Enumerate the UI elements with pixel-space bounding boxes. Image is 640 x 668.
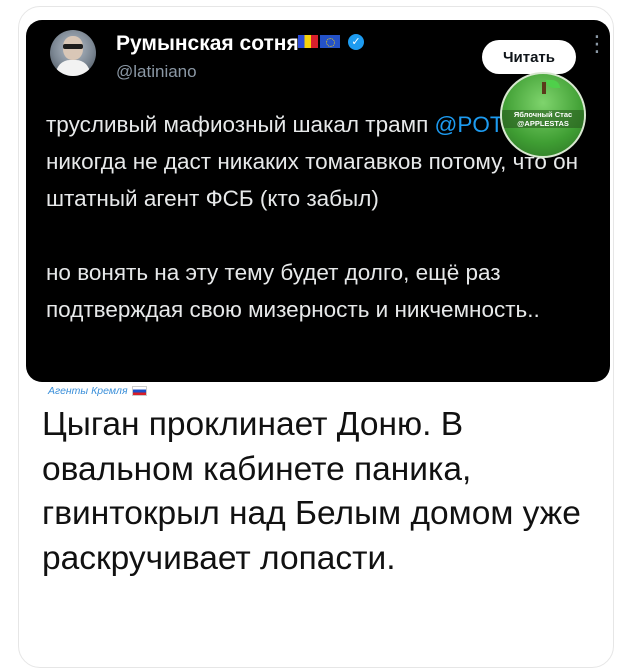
apple-leaf-icon [546,80,560,88]
author-handle[interactable]: @latiniano [116,62,197,82]
tweet-text-part: никогда не даст никаких томагавков потом… [46,149,579,211]
follow-button[interactable]: Читать [482,40,576,74]
author-name[interactable]: Румынская сотня [116,32,299,56]
romania-flag-icon [298,35,318,48]
more-options-icon[interactable]: ⋮ [586,33,608,55]
eu-flag-icon [320,35,340,48]
watermark-line-2: @APPLESTAS [517,119,569,128]
tweet-text-part: трусливый мафиозный шакал трамп [46,112,435,137]
avatar[interactable] [50,30,96,76]
russia-flag-icon [131,386,147,397]
watermark-logo: Яблочный Стас @APPLESTAS [500,72,586,158]
avatar-body [56,60,90,76]
post-tag-label: Агенты Кремля [48,385,128,397]
name-flags [298,35,340,53]
tweet-paragraph-2: но вонять на эту тему будет долго, ещё р… [46,260,540,322]
verified-badge-icon: ✓ [348,34,364,50]
tweet-screenshot: Румынская сотня ✓ @latiniano Читать ⋮ тр… [26,20,610,382]
apple-stem-icon [542,82,546,94]
post-caption: Цыган проклинает Доню. В овальном кабине… [42,406,581,577]
watermark-line-1: Яблочный Стас [513,110,573,119]
avatar-glasses [63,44,83,49]
watermark-text: Яблочный Стас @APPLESTAS [502,110,584,128]
post-tag[interactable]: Агенты Кремля [48,385,147,397]
